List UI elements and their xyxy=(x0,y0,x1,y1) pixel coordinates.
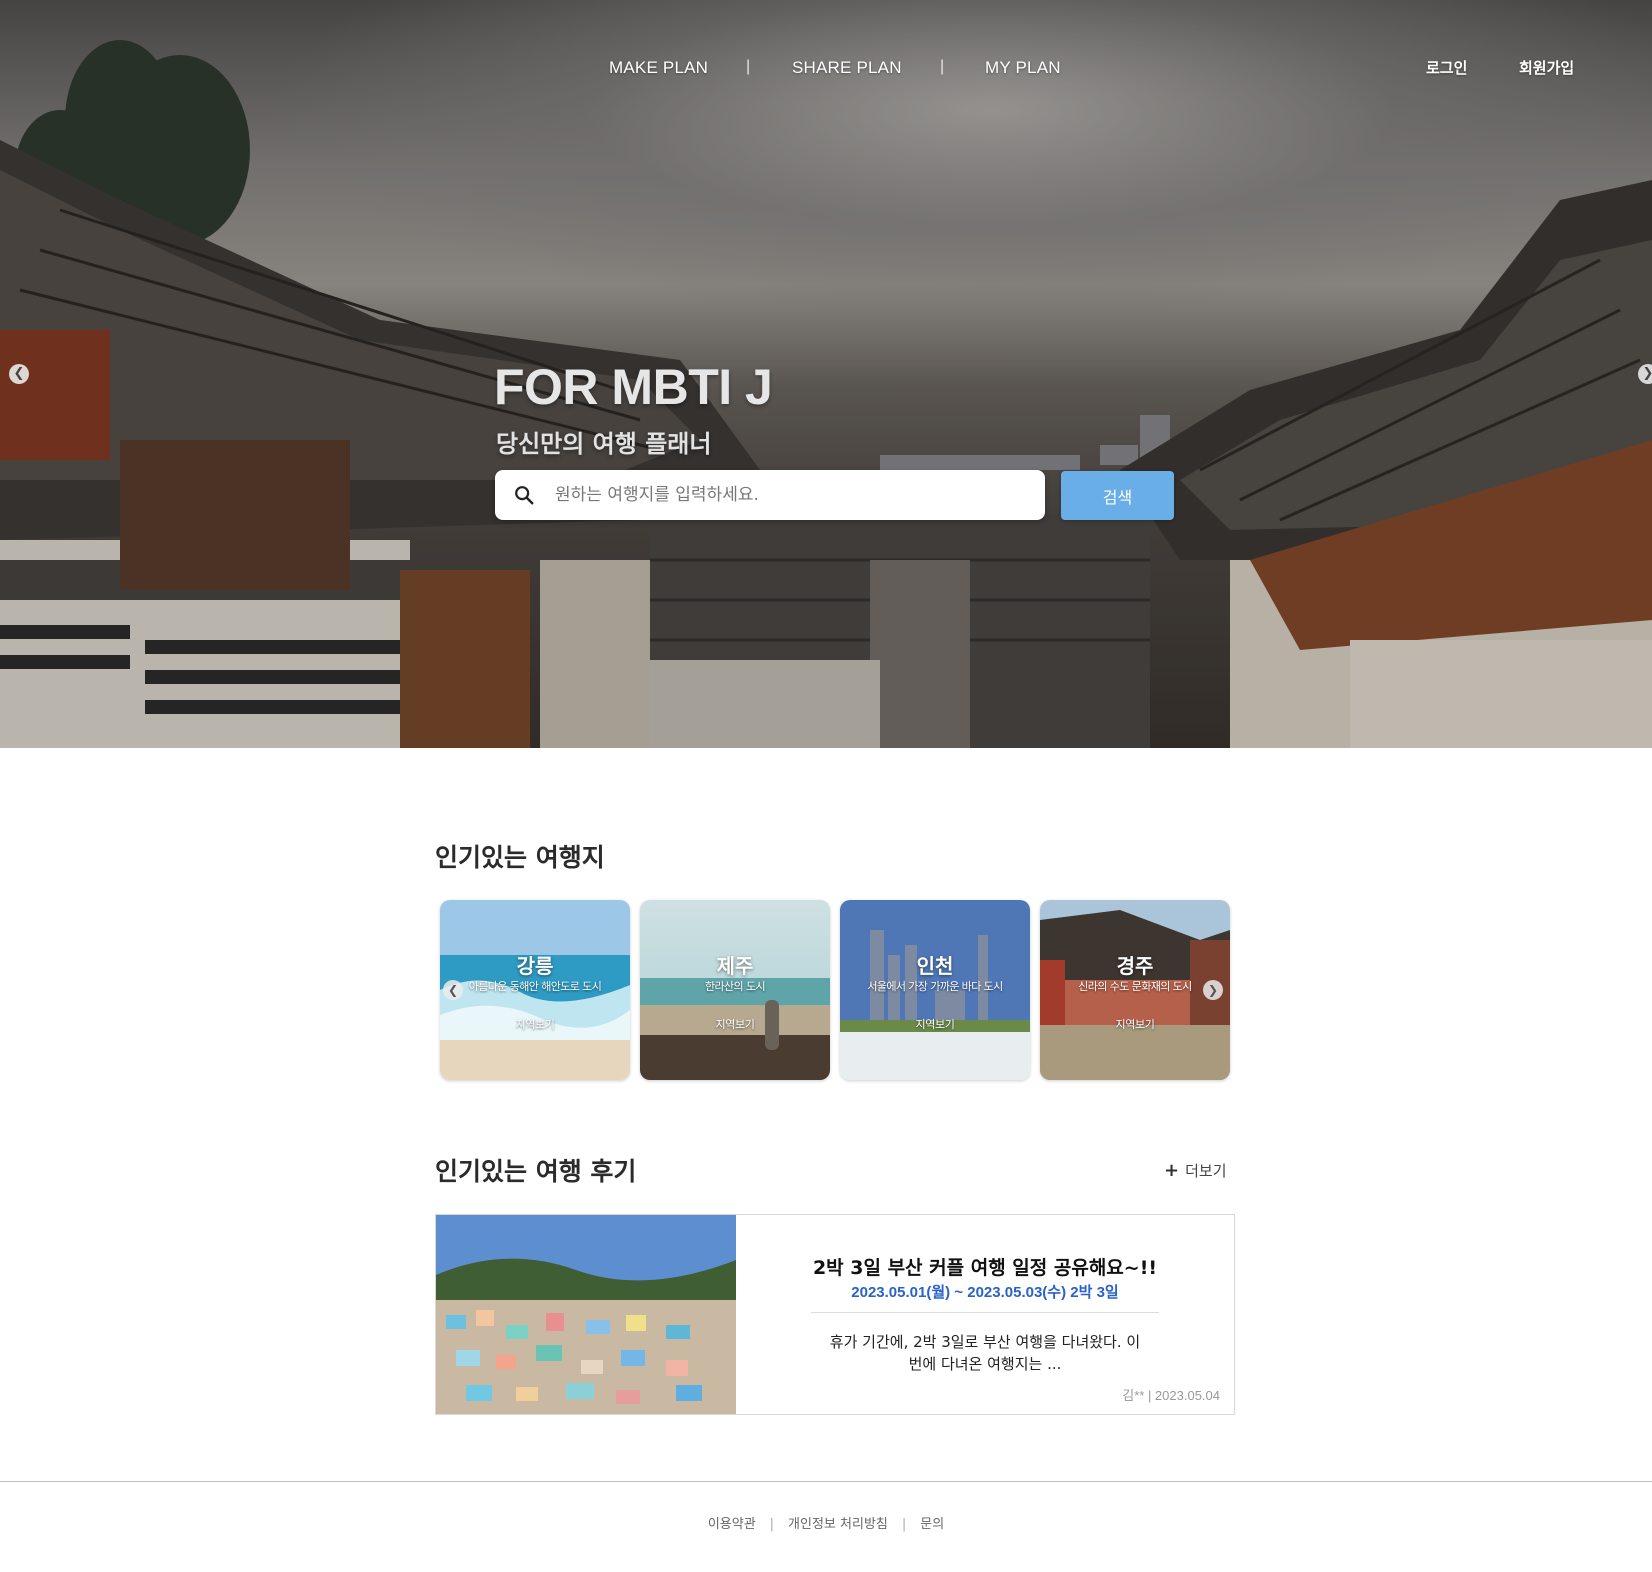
hero-overlay xyxy=(0,0,1652,748)
view-region-link[interactable]: 지역보기 xyxy=(840,1016,1030,1032)
destination-name: 제주 xyxy=(716,954,754,978)
more-link[interactable]: + 더보기 xyxy=(1164,1160,1227,1181)
destination-card-gyeongju[interactable]: 경주 신라의 수도 문화재의 도시 지역보기 xyxy=(1040,900,1230,1080)
search-button[interactable]: 검색 xyxy=(1061,471,1174,520)
destination-card-jeju[interactable]: 제주 한라산의 도시 지역보기 xyxy=(640,900,830,1080)
review-thumbnail xyxy=(436,1215,736,1414)
view-region-link[interactable]: 지역보기 xyxy=(1040,1016,1230,1032)
nav-share-plan[interactable]: SHARE PLAN xyxy=(792,58,902,78)
plus-icon: + xyxy=(1164,1160,1180,1181)
view-region-link[interactable]: 지역보기 xyxy=(440,1016,630,1032)
review-excerpt: 휴가 기간에, 2박 3일로 부산 여행을 다녀왔다. 이 번에 다녀온 여행지… xyxy=(811,1331,1159,1375)
nav-separator: | xyxy=(746,58,751,75)
destination-desc: 한라산의 도시 xyxy=(704,980,766,993)
hero-banner: MAKE PLAN | SHARE PLAN | MY PLAN 로그인 회원가… xyxy=(0,0,1652,748)
review-excerpt-line: 휴가 기간에, 2박 3일로 부산 여행을 다녀왔다. 이 xyxy=(829,1333,1141,1351)
review-card[interactable]: 2박 3일 부산 커플 여행 일정 공유해요~!! 2023.05.01(월) … xyxy=(435,1214,1235,1415)
review-excerpt-line: 번에 다녀온 여행지는 ... xyxy=(908,1355,1062,1373)
login-link[interactable]: 로그인 xyxy=(1426,57,1467,78)
section-title-destinations: 인기있는 여행지 xyxy=(435,843,605,872)
footer-divider xyxy=(0,1481,1652,1482)
footer-link-terms[interactable]: 이용약관 xyxy=(708,1517,756,1532)
destination-desc: 아름다운 동해안 해안도로 도시 xyxy=(468,980,602,993)
nav-my-plan[interactable]: MY PLAN xyxy=(985,58,1061,78)
footer-separator: | xyxy=(901,1517,907,1532)
more-label: 더보기 xyxy=(1185,1162,1227,1180)
search-input[interactable] xyxy=(555,480,1025,510)
view-region-link[interactable]: 지역보기 xyxy=(640,1016,830,1032)
section-title-reviews: 인기있는 여행 후기 xyxy=(435,1157,637,1186)
nav-make-plan[interactable]: MAKE PLAN xyxy=(609,58,708,78)
signup-link[interactable]: 회원가입 xyxy=(1519,57,1574,78)
nav-separator: | xyxy=(940,58,945,75)
destination-name: 인천 xyxy=(916,954,954,978)
review-title[interactable]: 2박 3일 부산 커플 여행 일정 공유해요~!! xyxy=(736,1253,1234,1280)
hero-title: FOR MBTI J xyxy=(494,359,773,415)
footer-link-privacy[interactable]: 개인정보 처리방침 xyxy=(788,1517,888,1532)
chevron-right-icon[interactable]: ❯ xyxy=(1203,980,1223,1000)
review-divider xyxy=(811,1312,1159,1313)
hero-subtitle: 당신만의 여행 플래너 xyxy=(496,430,712,458)
search-box xyxy=(495,470,1045,520)
main-nav: MAKE PLAN | SHARE PLAN | MY PLAN xyxy=(0,58,1652,82)
footer-separator: | xyxy=(769,1517,775,1532)
destination-desc: 신라의 수도 문화재의 도시 xyxy=(1078,980,1192,993)
chevron-left-icon[interactable]: ❮ xyxy=(9,364,29,384)
chevron-left-icon[interactable]: ❮ xyxy=(443,980,463,1000)
destination-name: 강릉 xyxy=(516,954,554,978)
destination-card-gangneung[interactable]: 강릉 아름다운 동해안 해안도로 도시 지역보기 xyxy=(440,900,630,1080)
footer: 이용약관 | 개인정보 처리방침 | 문의 xyxy=(0,1513,1652,1532)
review-meta: 김** | 2023.05.04 xyxy=(1122,1388,1220,1403)
destination-card-incheon[interactable]: 인천 서울에서 가장 가까운 바다 도시 지역보기 xyxy=(840,900,1030,1080)
chevron-right-icon[interactable]: ❯ xyxy=(1638,364,1652,384)
destination-name: 경주 xyxy=(1116,954,1154,978)
footer-link-contact[interactable]: 문의 xyxy=(920,1517,944,1532)
destination-desc: 서울에서 가장 가까운 바다 도시 xyxy=(867,980,1003,993)
destination-carousel: 강릉 아름다운 동해안 해안도로 도시 지역보기 제주 한라산의 도시 지역보기 xyxy=(440,900,1230,1080)
search-icon xyxy=(515,486,534,505)
review-date: 2023.05.01(월) ~ 2023.05.03(수) 2박 3일 xyxy=(851,1284,1119,1301)
